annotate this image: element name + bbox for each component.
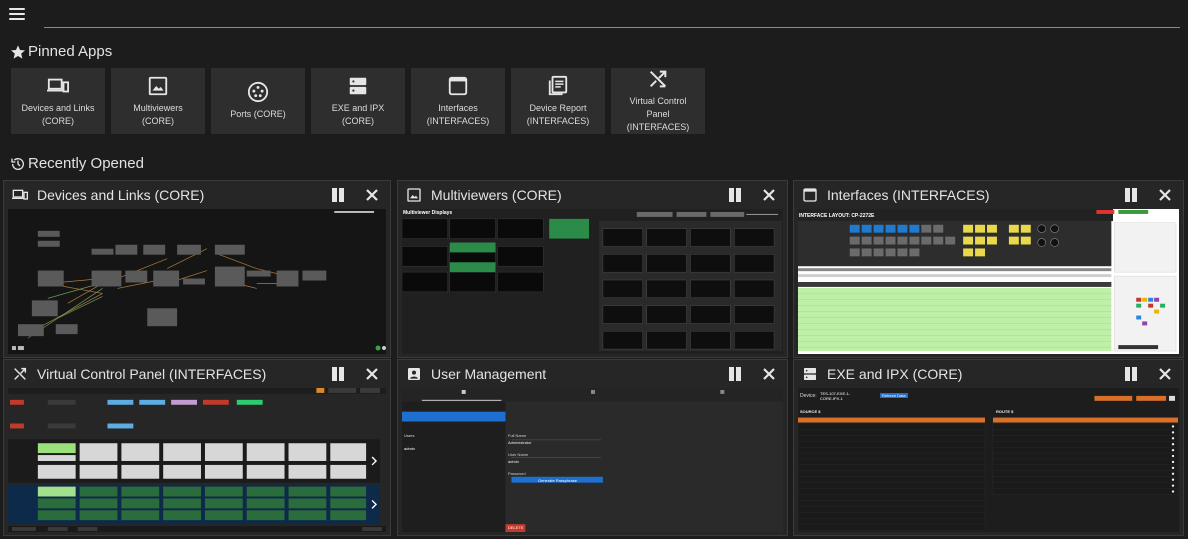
password-label: Password bbox=[508, 471, 526, 476]
interfaces-thumbnail: INTERFACE LAYOUT: CP-2272E bbox=[798, 209, 1179, 354]
port-icon bbox=[247, 81, 269, 103]
report-icon bbox=[548, 75, 568, 95]
tile-label: Interfaces (INTERFACES) bbox=[426, 102, 490, 126]
panel-header: Multiviewers (CORE) bbox=[398, 181, 787, 209]
panel-title: Devices and Links (CORE) bbox=[37, 187, 205, 203]
tile-label: Virtual Control Panel (INTERFACES) bbox=[626, 96, 690, 132]
username-label: User Name bbox=[508, 452, 529, 457]
window-icon bbox=[448, 76, 468, 95]
pinned-ports[interactable]: Ports (CORE) bbox=[211, 68, 305, 134]
pinned-device-report[interactable]: Device Report (INTERFACES) bbox=[511, 68, 605, 134]
shuffle-icon bbox=[649, 70, 667, 88]
top-bar bbox=[0, 0, 1188, 32]
pinned-virtual-control-panel[interactable]: Virtual Control Panel (INTERFACES) bbox=[611, 68, 705, 134]
close-icon[interactable] bbox=[364, 366, 380, 382]
close-icon[interactable] bbox=[1157, 187, 1173, 203]
panel-multiviewers[interactable]: Multiviewers (CORE) Multiviewer Displays bbox=[397, 180, 788, 358]
user-management-thumbnail: Users admin Full Name Administrator User… bbox=[402, 388, 783, 532]
tile-label: Device Report (INTERFACES) bbox=[526, 102, 590, 126]
exe-ipx-thumbnail: Device: TES-107-EXE-1-CORE-IPX-1 Refresh… bbox=[798, 388, 1179, 532]
pinned-multiviewers[interactable]: Multiviewers (CORE) bbox=[111, 68, 205, 134]
panel-title: EXE and IPX (CORE) bbox=[827, 366, 963, 382]
multiviewer-thumbnail: Multiviewer Displays bbox=[402, 209, 783, 354]
pinned-apps: Devices and Links (CORE) Multiviewers (C… bbox=[11, 68, 705, 134]
user-badge-icon bbox=[406, 366, 422, 382]
tile-label: Ports (CORE) bbox=[230, 109, 286, 119]
panel-header: EXE and IPX (CORE) bbox=[794, 360, 1183, 388]
server-icon bbox=[349, 77, 367, 94]
pinned-apps-heading: Pinned Apps bbox=[10, 43, 112, 60]
panel-title: User Management bbox=[431, 366, 547, 382]
panel-title: Interfaces (INTERFACES) bbox=[827, 187, 990, 203]
panel-user-management[interactable]: User Management Users admin Full Name Ad… bbox=[397, 359, 788, 536]
pin-toggle-icon[interactable] bbox=[1123, 366, 1139, 382]
devices-icon bbox=[47, 78, 69, 92]
close-icon[interactable] bbox=[761, 187, 777, 203]
panel-exe-and-ipx[interactable]: EXE and IPX (CORE) Device: TES-107-EXE-1… bbox=[793, 359, 1184, 536]
pin-toggle-icon[interactable] bbox=[727, 187, 743, 203]
hamburger-icon[interactable] bbox=[9, 8, 25, 21]
delete-button[interactable]: DELETE bbox=[508, 525, 524, 530]
divider bbox=[44, 27, 1180, 28]
server-icon bbox=[802, 366, 818, 382]
pinned-exe-and-ipx[interactable]: EXE and IPX (CORE) bbox=[311, 68, 405, 134]
panel-header: Interfaces (INTERFACES) bbox=[794, 181, 1183, 209]
window-icon bbox=[802, 187, 818, 203]
recently-opened-heading: Recently Opened bbox=[10, 155, 144, 172]
history-icon bbox=[11, 157, 24, 170]
image-icon bbox=[406, 187, 422, 203]
tile-label: EXE and IPX (CORE) bbox=[331, 102, 385, 126]
panel-devices-and-links[interactable]: Devices and Links (CORE) bbox=[3, 180, 391, 358]
devices-graph-thumbnail bbox=[8, 209, 386, 354]
generate-passphrase-button[interactable]: Generate Passphrase bbox=[538, 478, 577, 483]
panel-title: Multiviewers (CORE) bbox=[431, 187, 562, 203]
pin-toggle-icon[interactable] bbox=[727, 366, 743, 382]
shuffle-icon bbox=[12, 366, 28, 382]
full-name-label: Full Name bbox=[508, 433, 527, 438]
full-name-value[interactable]: Administrator bbox=[508, 440, 532, 445]
pinned-devices-and-links[interactable]: Devices and Links (CORE) bbox=[11, 68, 105, 134]
tile-label: Multiviewers (CORE) bbox=[133, 102, 183, 126]
pin-toggle-icon[interactable] bbox=[330, 366, 346, 382]
users-label: Users bbox=[404, 433, 415, 438]
vcp-thumbnail bbox=[8, 388, 386, 532]
recently-opened-title: Recently Opened bbox=[28, 155, 144, 172]
close-icon[interactable] bbox=[364, 187, 380, 203]
user-row[interactable]: admin bbox=[404, 446, 415, 451]
panel-title: Virtual Control Panel (INTERFACES) bbox=[37, 366, 267, 382]
pinned-interfaces[interactable]: Interfaces (INTERFACES) bbox=[411, 68, 505, 134]
panel-header: Devices and Links (CORE) bbox=[4, 181, 390, 209]
username-value[interactable]: admin bbox=[508, 459, 519, 464]
panel-header: User Management bbox=[398, 360, 787, 388]
image-icon bbox=[148, 76, 168, 95]
tile-label: Devices and Links (CORE) bbox=[21, 102, 95, 126]
close-icon[interactable] bbox=[1157, 366, 1173, 382]
pinned-apps-title: Pinned Apps bbox=[28, 43, 113, 60]
panel-interfaces[interactable]: Interfaces (INTERFACES) INTERFACE LAYOUT… bbox=[793, 180, 1184, 358]
close-icon[interactable] bbox=[761, 366, 777, 382]
pin-toggle-icon[interactable] bbox=[1123, 187, 1139, 203]
devices-icon bbox=[12, 187, 28, 203]
pin-toggle-icon[interactable] bbox=[330, 187, 346, 203]
panel-virtual-control-panel[interactable]: Virtual Control Panel (INTERFACES) bbox=[3, 359, 391, 536]
star-icon bbox=[11, 44, 25, 59]
panel-header: Virtual Control Panel (INTERFACES) bbox=[4, 360, 390, 388]
